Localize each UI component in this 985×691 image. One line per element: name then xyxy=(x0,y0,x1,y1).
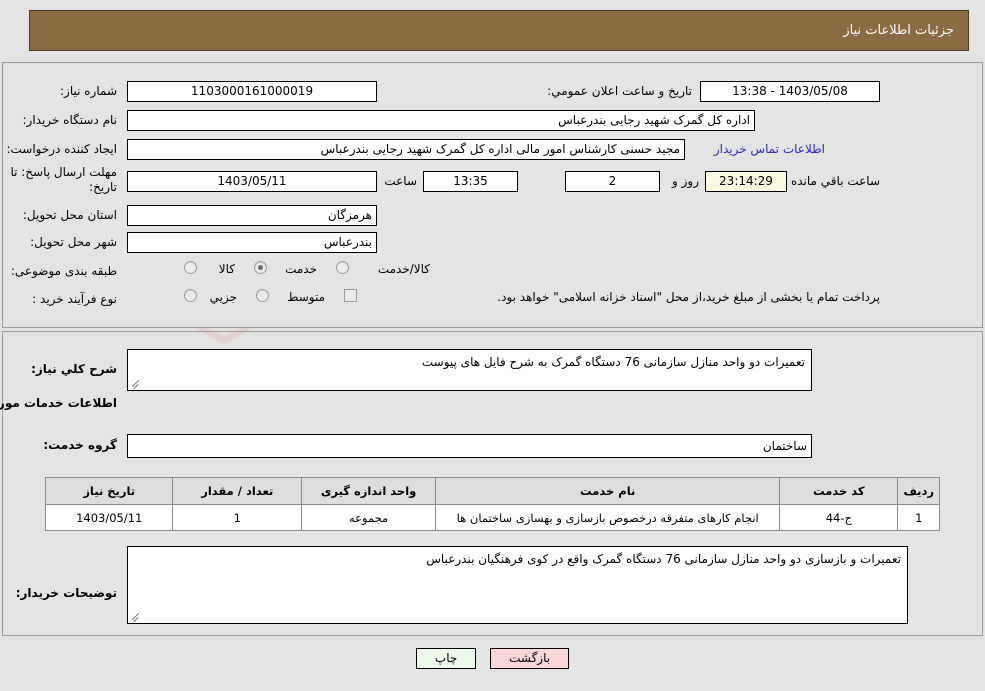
subject-category-label: طبقه بندی موضوعی: xyxy=(10,264,117,278)
deadline-label: مهلت ارسال پاسخ: تا تاریخ: xyxy=(10,165,117,194)
buyer-contact-link[interactable]: اطلاعات تماس خریدار xyxy=(714,142,825,156)
radio-category-kala-khedmat-label: کالا/خدمت xyxy=(377,262,430,276)
th-row-no: ردیف xyxy=(897,477,940,505)
buyer-org-label: نام دستگاه خریدار: xyxy=(22,113,118,127)
delivery-province-label: استان محل تحویل: xyxy=(22,208,117,222)
deadline-hour-label: ساعت xyxy=(384,174,417,188)
service-group-label: گروه خدمت: xyxy=(43,438,117,452)
public-announce-label: تاریخ و ساعت اعلان عمومي: xyxy=(547,84,692,98)
general-description-value: تعمیرات دو واحد منازل سازمانی 76 دستگاه … xyxy=(421,355,805,369)
general-description-textarea[interactable]: تعمیرات دو واحد منازل سازمانی 76 دستگاه … xyxy=(127,349,812,391)
page-title: جزئیات اطلاعات نیاز xyxy=(843,23,954,38)
need-number-label: شماره نیاز: xyxy=(60,84,117,98)
countdown-suffix-label: ساعت باقي مانده xyxy=(790,174,880,188)
buyer-notes-value: تعمیرات و بازسازی دو واحد منازل سازمانی … xyxy=(426,552,901,566)
th-unit: واحد اندازه گیری xyxy=(301,477,437,505)
request-creator-value: مجید حسنی کارشناس امور مالی اداره کل گمر… xyxy=(127,139,685,160)
delivery-city-label: شهر محل تحویل: xyxy=(30,235,117,249)
th-quantity: تعداد / مقدار xyxy=(172,477,303,505)
checkbox-islamic-treasury-payment[interactable] xyxy=(344,289,357,302)
table-row: 1 ج-44 انجام کارهای متفرقه درخصوص بازساز… xyxy=(44,504,940,531)
page-header-bar: جزئیات اطلاعات نیاز xyxy=(29,10,969,51)
delivery-city-value: بندرعباس xyxy=(127,232,377,253)
radio-process-motevaset[interactable] xyxy=(256,289,269,302)
cell-quantity: 1 xyxy=(172,504,303,531)
resize-grip-icon[interactable] xyxy=(130,377,142,389)
back-button[interactable]: بازگشت xyxy=(490,648,570,669)
request-creator-label: ایجاد کننده درخواست: xyxy=(6,142,117,156)
remaining-days-value: 2 xyxy=(565,171,660,192)
footer-button-row: بازگشت چاپ xyxy=(0,648,985,669)
radio-process-jozi-label: جزیي xyxy=(209,290,237,304)
radio-category-kala[interactable] xyxy=(184,261,197,274)
service-group-value: ساختمان xyxy=(127,434,812,458)
cell-service-name: انجام کارهای متفرقه درخصوص بازسازی و بهس… xyxy=(435,504,781,531)
countdown-timer-value: 23:14:29 xyxy=(705,171,787,192)
need-number-value: 1103000161000019 xyxy=(127,81,377,102)
th-service-name: نام خدمت xyxy=(435,477,781,505)
purchase-process-label: نوع فرآیند خرید : xyxy=(32,292,117,306)
services-table: ردیف کد خدمت نام خدمت واحد اندازه گیری ت… xyxy=(44,477,940,531)
page-root: AriaTender.net جزئیات اطلاعات نیاز شماره… xyxy=(0,0,985,691)
radio-category-kala-khedmat[interactable] xyxy=(336,261,349,274)
cell-unit: مجموعه xyxy=(301,504,437,531)
resize-grip-icon[interactable] xyxy=(130,610,142,622)
services-info-heading: اطلاعات خدمات مورد نیاز xyxy=(0,396,117,410)
print-button[interactable]: چاپ xyxy=(415,648,477,669)
islamic-treasury-payment-note: پرداخت تمام یا بخشی از مبلغ خرید،از محل … xyxy=(497,290,880,304)
radio-category-khedmat-label: خدمت xyxy=(285,262,317,276)
buyer-notes-label: توضیحات خریدار: xyxy=(15,586,117,600)
radio-process-jozi[interactable] xyxy=(184,289,197,302)
deadline-date-value: 1403/05/11 xyxy=(127,171,377,192)
delivery-province-value: هرمزگان xyxy=(127,205,377,226)
radio-category-khedmat[interactable] xyxy=(254,261,267,274)
buyer-org-value: اداره کل گمرک شهید رجایی بندرعباس xyxy=(127,110,755,131)
th-need-date: تاریخ نیاز xyxy=(44,477,174,505)
radio-process-motevaset-label: متوسط xyxy=(287,290,325,304)
remaining-days-suffix: روز و xyxy=(672,174,699,188)
buyer-notes-textarea[interactable]: تعمیرات و بازسازی دو واحد منازل سازمانی … xyxy=(127,546,908,624)
table-header-row: ردیف کد خدمت نام خدمت واحد اندازه گیری ت… xyxy=(44,477,940,505)
th-service-code: کد خدمت xyxy=(779,477,899,505)
cell-need-date: 1403/05/11 xyxy=(44,504,174,531)
cell-row-no: 1 xyxy=(897,504,940,531)
cell-service-code: ج-44 xyxy=(779,504,899,531)
radio-category-kala-label: کالا xyxy=(218,262,235,276)
public-announce-value: 1403/05/08 - 13:38 xyxy=(700,81,880,102)
deadline-hour-value: 13:35 xyxy=(423,171,518,192)
general-description-label: شرح کلي نیاز: xyxy=(31,362,117,376)
